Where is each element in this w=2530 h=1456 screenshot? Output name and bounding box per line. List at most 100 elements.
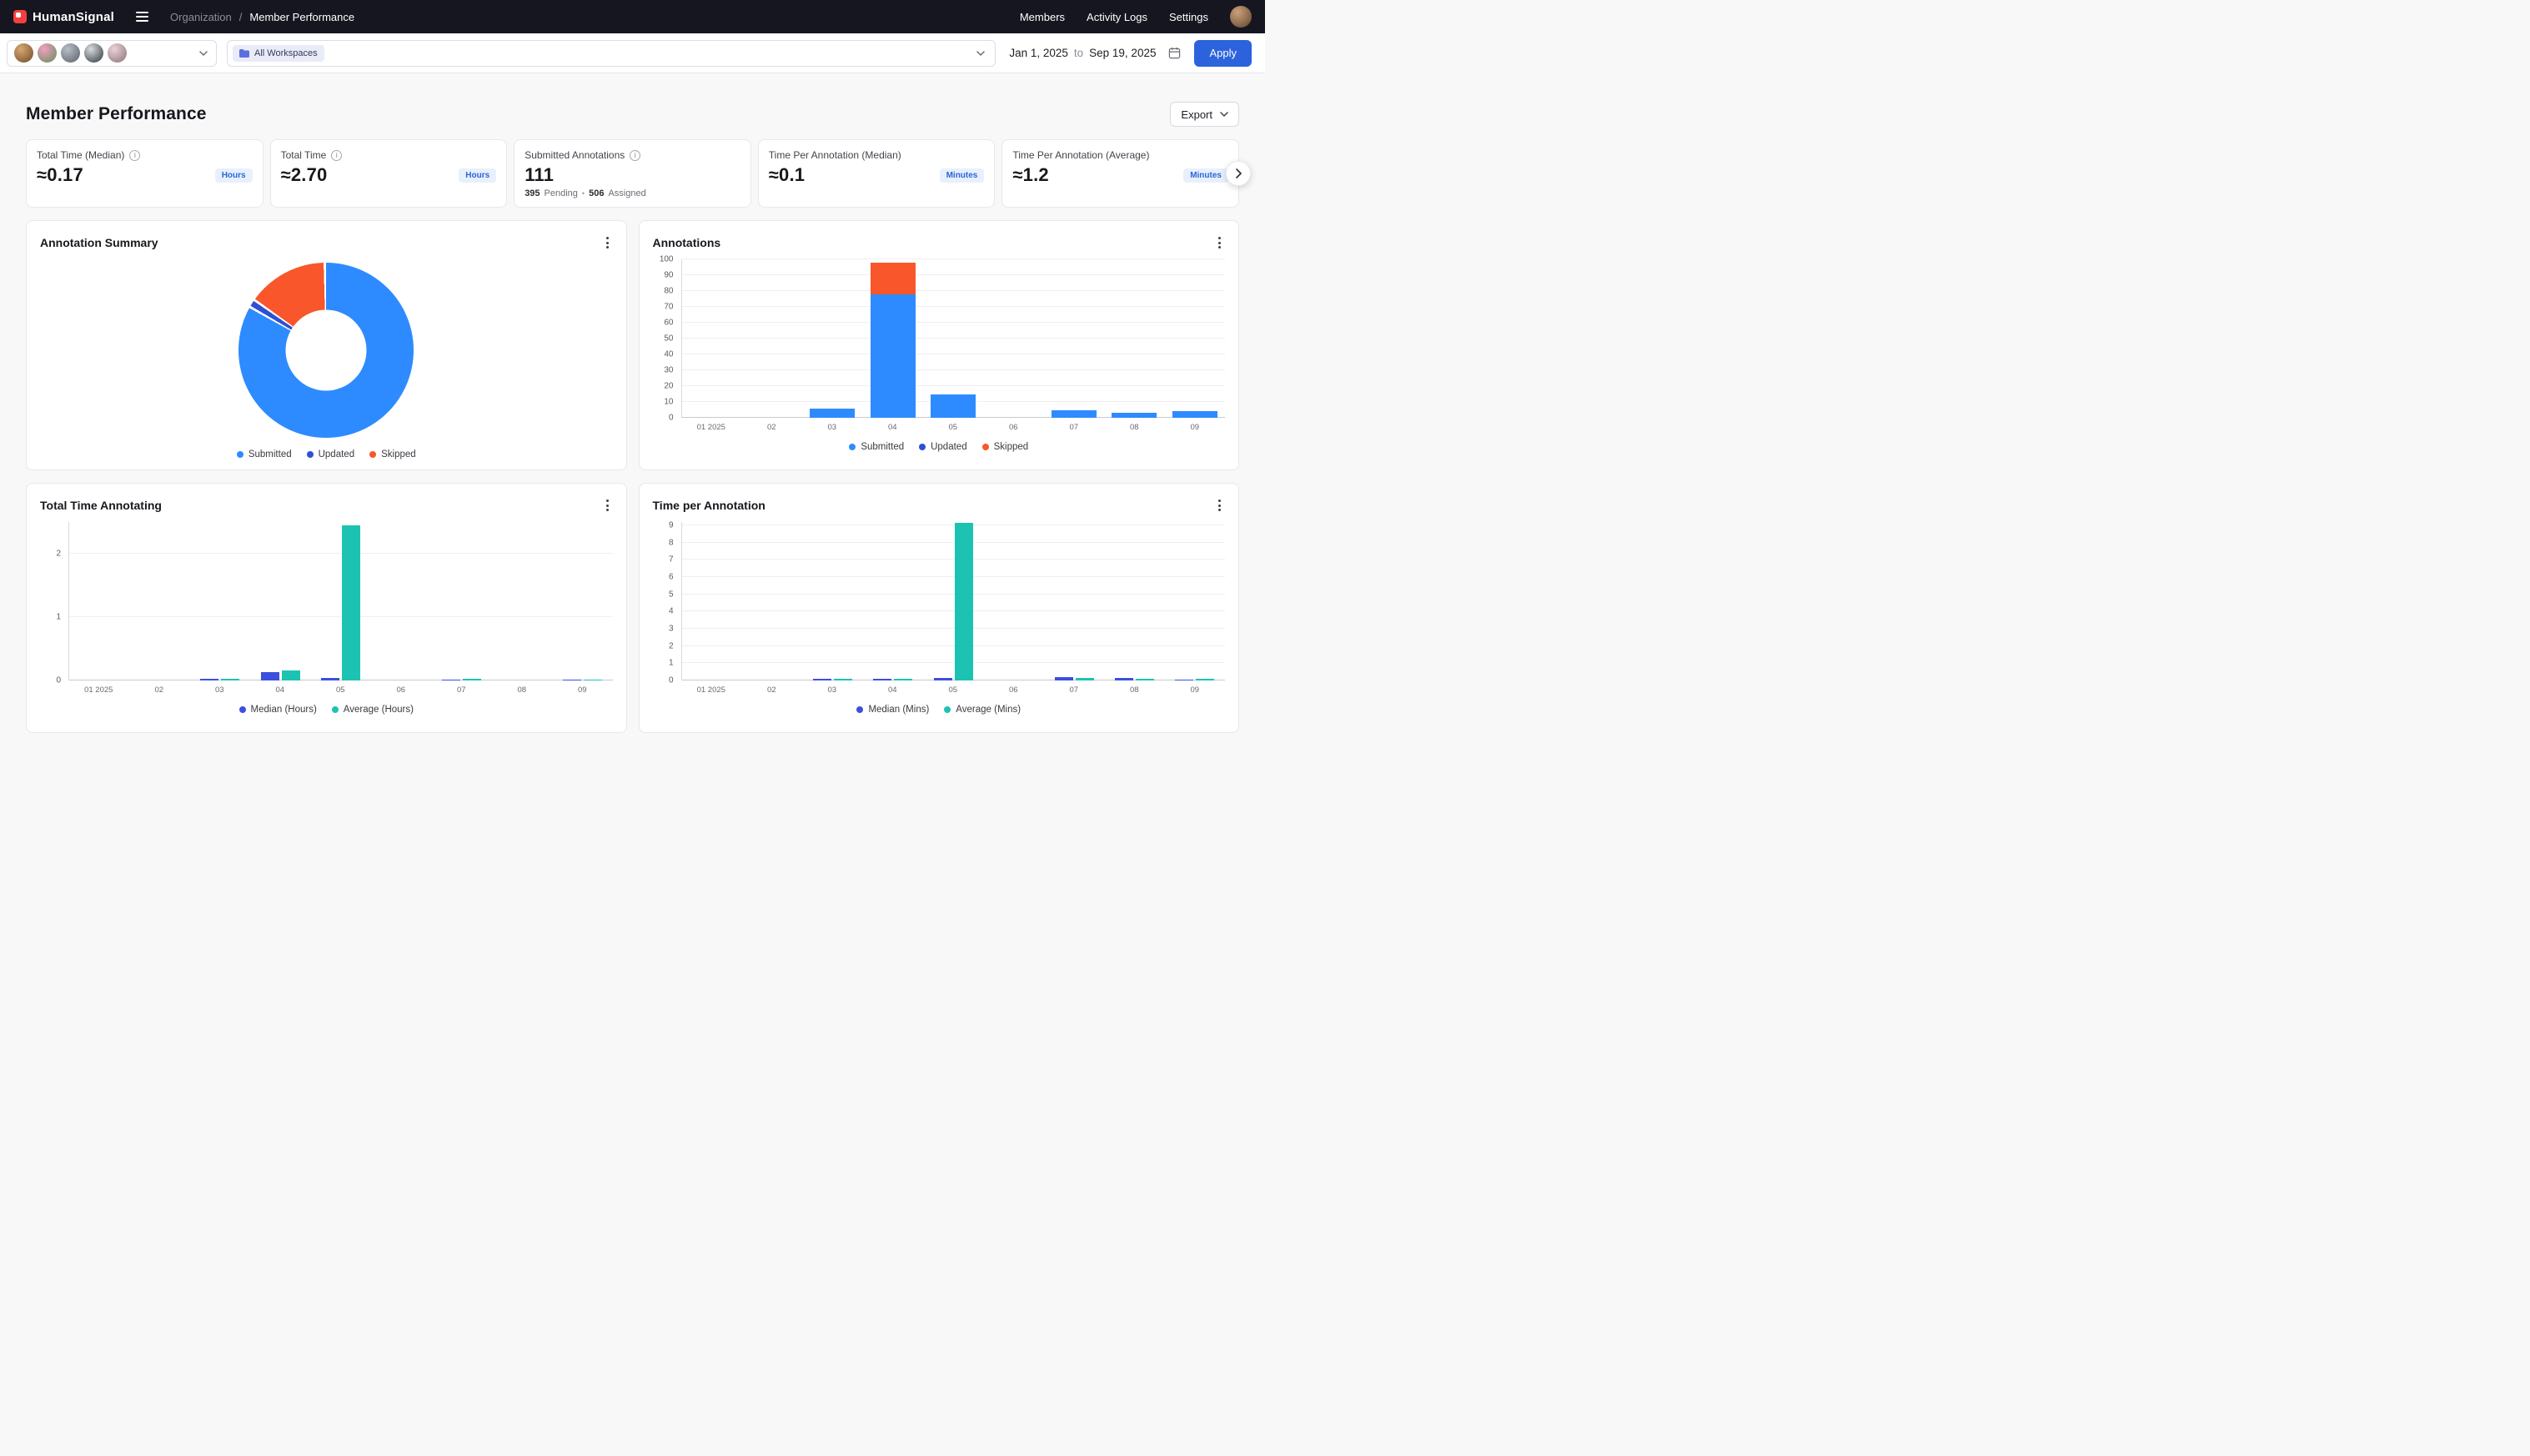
bar (834, 679, 852, 680)
member-avatar (108, 43, 127, 63)
x-tick-label: 08 (1104, 423, 1165, 432)
legend-item[interactable]: Submitted (849, 442, 904, 452)
date-from[interactable]: Jan 1, 2025 (1009, 47, 1068, 59)
member-avatar (84, 43, 103, 63)
legend-item[interactable]: Average (Mins) (944, 705, 1021, 715)
user-avatar[interactable] (1230, 6, 1252, 28)
bar-segment (931, 394, 976, 419)
top-navbar: HumanSignal Organization / Member Perfor… (0, 0, 1265, 33)
chevron-right-icon (1236, 168, 1242, 178)
date-to[interactable]: Sep 19, 2025 (1089, 47, 1156, 59)
brand-logo[interactable]: HumanSignal (13, 10, 114, 24)
bar-segment (1052, 410, 1097, 419)
stats-next-button[interactable] (1226, 161, 1251, 186)
bar (584, 680, 602, 681)
info-icon[interactable] (630, 150, 640, 161)
bar (813, 679, 831, 680)
stat-value: 111 (525, 164, 554, 186)
legend-item[interactable]: Median (Hours) (239, 705, 317, 715)
member-filter-select[interactable] (7, 40, 217, 67)
kebab-menu-icon[interactable] (1214, 495, 1225, 515)
x-tick-label: 01 2025 (681, 423, 742, 432)
bar (894, 679, 912, 680)
x-axis: 01 20250203040506070809 (681, 680, 1226, 695)
member-avatar (61, 43, 80, 63)
stat-label: Time Per Annotation (Median) (769, 149, 901, 161)
kebab-menu-icon[interactable] (1214, 233, 1225, 253)
chevron-down-icon (976, 51, 985, 56)
y-axis: 012 (40, 522, 68, 680)
y-axis: 0102030405060708090100 (653, 259, 681, 418)
legend-item[interactable]: Skipped (369, 449, 416, 459)
bar (955, 523, 973, 680)
legend-item[interactable]: Skipped (982, 442, 1029, 452)
stat-card-time-per-annotation-median: Time Per Annotation (Median) ≈0.1 Minute… (758, 139, 996, 208)
stat-card-total-time: Total Time ≈2.70 Hours (270, 139, 508, 208)
x-tick-label: 07 (1044, 685, 1105, 695)
nav-link-settings[interactable]: Settings (1169, 11, 1208, 23)
workspace-filter-select[interactable]: All Workspaces (227, 40, 996, 67)
bar-segment (1172, 411, 1217, 418)
humansignal-logo-icon (13, 10, 27, 23)
member-avatar-stack (14, 43, 127, 63)
legend-item[interactable]: Submitted (237, 449, 292, 459)
apply-button[interactable]: Apply (1194, 40, 1252, 67)
x-tick-label: 01 2025 (68, 685, 129, 695)
workspace-chip-label: All Workspaces (254, 48, 318, 58)
bar (1196, 679, 1214, 680)
x-tick-label: 07 (431, 685, 492, 695)
bullet-separator: • (582, 189, 585, 198)
legend-item[interactable]: Median (Mins) (856, 705, 929, 715)
assigned-label: Assigned (608, 188, 645, 198)
breadcrumb-organization[interactable]: Organization (170, 11, 232, 23)
nav-link-activity-logs[interactable]: Activity Logs (1087, 11, 1147, 23)
stat-value: ≈0.17 (37, 164, 83, 186)
hamburger-menu-icon[interactable] (133, 8, 152, 25)
main-content: Member Performance Export Total Time (Me… (0, 102, 1265, 733)
stat-label: Total Time (281, 149, 327, 161)
kebab-menu-icon[interactable] (602, 495, 613, 515)
bar (463, 679, 481, 680)
chart-legend: Median (Mins) Average (Mins) (653, 705, 1226, 715)
plot-area (681, 259, 1226, 418)
date-range-picker[interactable]: Jan 1, 2025 to Sep 19, 2025 (1006, 47, 1184, 59)
x-tick-label: 09 (1165, 685, 1226, 695)
folder-icon (239, 49, 249, 58)
chart-title: Total Time Annotating (40, 499, 162, 512)
x-tick-label: 03 (802, 423, 863, 432)
stat-label: Submitted Annotations (525, 149, 625, 161)
x-tick-label: 08 (1104, 685, 1165, 695)
nav-link-members[interactable]: Members (1020, 11, 1065, 23)
legend-item[interactable]: Updated (919, 442, 966, 452)
workspace-chip[interactable]: All Workspaces (233, 45, 324, 62)
x-tick-label: 06 (983, 685, 1044, 695)
bar (321, 678, 339, 680)
stat-card-time-per-annotation-average: Time Per Annotation (Average) ≈1.2 Minut… (1001, 139, 1239, 208)
assigned-count: 506 (589, 188, 604, 198)
chart-legend: Submitted Updated Skipped (40, 449, 613, 459)
time-per-annotation-card: Time per Annotation 0123456789 01 202502… (639, 483, 1240, 733)
legend-item[interactable]: Average (Hours) (332, 705, 414, 715)
legend-item[interactable]: Updated (307, 449, 354, 459)
x-tick-label: 04 (862, 423, 923, 432)
x-tick-label: 04 (250, 685, 311, 695)
breadcrumb-separator: / (239, 11, 243, 23)
chart-title: Annotations (653, 236, 721, 249)
chevron-down-icon (1220, 112, 1228, 117)
export-button[interactable]: Export (1170, 102, 1239, 127)
stat-value: ≈2.70 (281, 164, 328, 186)
plot-area (681, 522, 1226, 680)
x-tick-label: 09 (1165, 423, 1226, 432)
x-tick-label: 06 (983, 423, 1044, 432)
x-tick-label: 03 (802, 685, 863, 695)
breadcrumb-current-page: Member Performance (249, 11, 354, 23)
info-icon[interactable] (331, 150, 342, 161)
bar (1076, 678, 1094, 680)
bar (1115, 678, 1133, 680)
x-tick-label: 05 (923, 423, 984, 432)
x-tick-label: 04 (862, 685, 923, 695)
bar-segment (1112, 413, 1157, 418)
info-icon[interactable] (129, 150, 140, 161)
calendar-icon[interactable] (1168, 47, 1181, 59)
kebab-menu-icon[interactable] (602, 233, 613, 253)
